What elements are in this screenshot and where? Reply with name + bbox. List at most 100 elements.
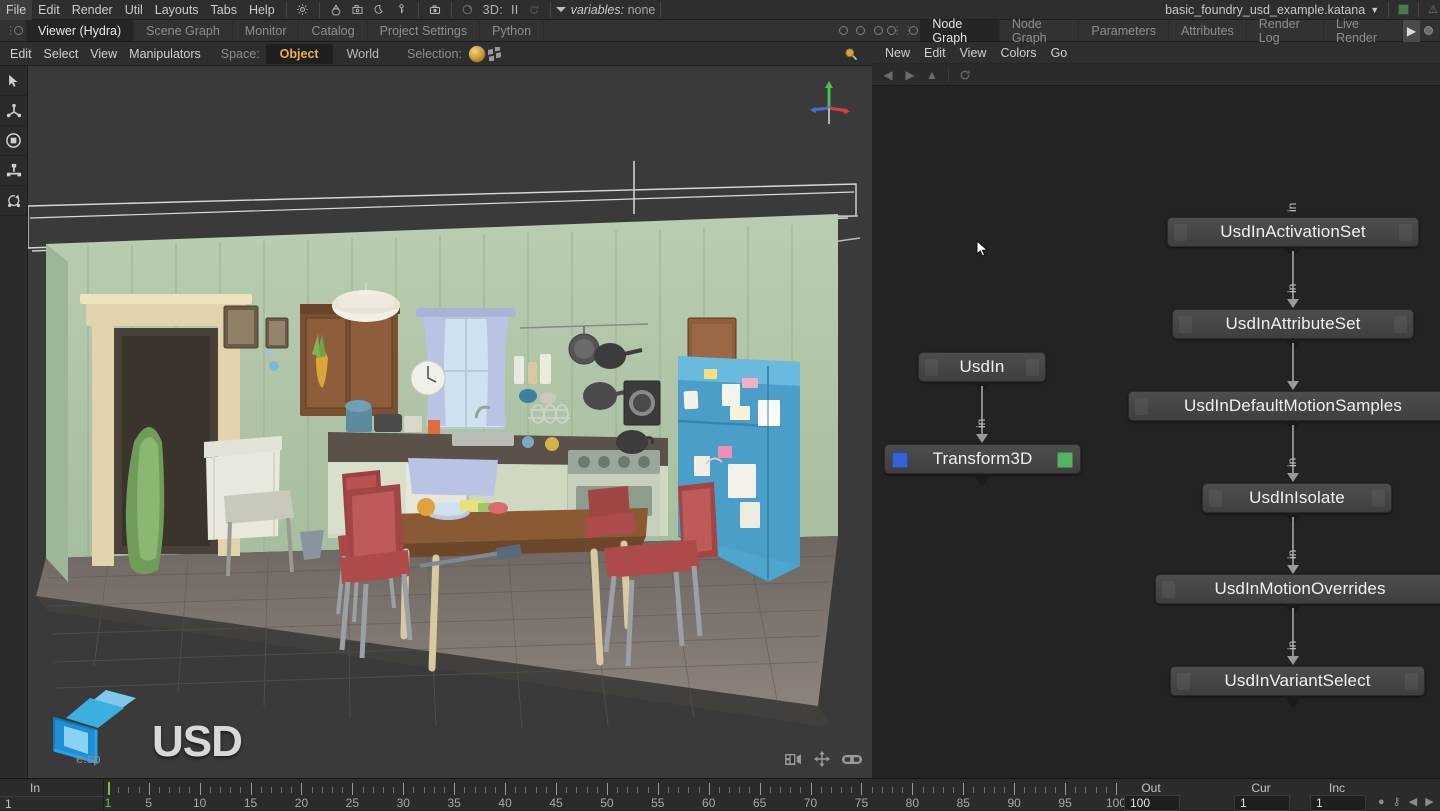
menu-file[interactable]: File	[0, 0, 33, 20]
node-transform3d[interactable]: Transform3D	[884, 444, 1081, 474]
viewer-menu-edit[interactable]: Edit	[4, 47, 38, 61]
tab-live-render[interactable]: Live Render	[1324, 17, 1403, 45]
tab-attributes[interactable]: Attributes	[1168, 20, 1247, 41]
gear-icon[interactable]	[292, 0, 314, 20]
pane-menu-icon[interactable]	[908, 20, 921, 41]
hydra-viewport[interactable]: USD e.sp	[28, 66, 872, 778]
play-icon[interactable]: ▶	[900, 66, 920, 84]
ng-menu-edit[interactable]: Edit	[917, 46, 953, 60]
pane-menu-icon[interactable]	[10, 20, 26, 41]
ng-menu-new[interactable]: New	[878, 46, 917, 60]
node-output-port[interactable]	[1284, 696, 1302, 708]
pause-icon[interactable]: II	[507, 3, 523, 17]
scale-icon[interactable]	[0, 126, 27, 156]
menu-edit[interactable]: Edit	[32, 0, 66, 20]
tab-viewer-hydra[interactable]: Viewer (Hydra)	[26, 20, 135, 41]
wire-label-in: in	[1285, 549, 1299, 559]
warning-icon[interactable]: ⚠	[1428, 3, 1438, 16]
inc-value[interactable]: 1	[1310, 795, 1366, 811]
selection-object-icon[interactable]	[467, 44, 486, 63]
key-icon[interactable]	[391, 0, 413, 20]
reload-icon[interactable]	[523, 0, 545, 20]
select-arrow-icon[interactable]	[0, 66, 27, 96]
ruler-major-tick	[199, 783, 201, 795]
key-icon[interactable]: ⚷	[1393, 795, 1401, 808]
render-icon[interactable]	[347, 0, 369, 20]
recycle-icon[interactable]	[325, 0, 347, 20]
menu-util[interactable]: Util	[119, 0, 149, 20]
menu-layouts[interactable]: Layouts	[149, 0, 205, 20]
tab-monitor[interactable]: Monitor	[232, 20, 300, 41]
step-forward-icon[interactable]: ▶	[1425, 795, 1433, 808]
pane-grip-handle[interactable]: ⋮⋮	[892, 20, 914, 41]
step-back-icon[interactable]: ◀	[878, 66, 898, 84]
cur-value[interactable]: 1	[1234, 795, 1290, 811]
reload-icon[interactable]	[955, 66, 975, 84]
selection-component-icon[interactable]	[486, 45, 504, 63]
tab-render-log[interactable]: Render Log	[1246, 17, 1325, 45]
magnifier-icon[interactable]	[840, 44, 862, 64]
move-icon[interactable]	[814, 751, 830, 770]
camera-view-icon[interactable]	[842, 753, 862, 769]
pane-minimize-icon[interactable]	[872, 20, 885, 41]
wire-label-in: in	[1285, 640, 1299, 650]
connection-wire	[1292, 608, 1294, 660]
ruler-minor-tick	[973, 787, 975, 793]
node-usdin[interactable]: UsdIn	[918, 352, 1046, 382]
refresh-icon[interactable]	[457, 0, 479, 20]
space-option-world[interactable]: World	[333, 44, 393, 64]
node-usdinvariantselect[interactable]: UsdInVariantSelect	[1170, 666, 1425, 696]
close-icon[interactable]	[852, 20, 869, 42]
ruler-minor-tick	[189, 787, 191, 793]
node-graph-canvas[interactable]: UsdIn in Transform3D in UsdInActivationS…	[872, 86, 1440, 800]
status-square-icon[interactable]	[1398, 4, 1410, 15]
timeline-in-field[interactable]: In 1	[0, 779, 104, 811]
tab-scroll-right-icon[interactable]: ▶	[1403, 19, 1420, 42]
chevron-down-icon[interactable]	[555, 7, 566, 12]
out-value[interactable]: 100	[1124, 795, 1180, 811]
node-usdindefaultmotionsamples[interactable]: UsdInDefaultMotionSamples	[1128, 391, 1440, 421]
node-left-grip	[1174, 224, 1187, 241]
menu-help[interactable]: Help	[243, 0, 281, 20]
tab-scene-graph[interactable]: Scene Graph	[134, 20, 233, 41]
record-icon[interactable]: ●	[1378, 796, 1385, 808]
in-value[interactable]: 1	[0, 796, 104, 811]
tab-node-graph-1[interactable]: Node Graph	[920, 17, 1000, 45]
node-usdinattributeset[interactable]: UsdInAttributeSet	[1172, 309, 1414, 339]
viewer-menu-manipulators[interactable]: Manipulators	[123, 47, 207, 61]
node-usdinmotionoverrides[interactable]: UsdInMotionOverrides	[1155, 574, 1440, 604]
rotate-icon[interactable]	[0, 186, 27, 216]
tab-python[interactable]: Python	[480, 20, 545, 41]
ruler-minor-tick	[260, 787, 262, 793]
ruler-minor-tick	[617, 787, 619, 793]
chevron-down-icon[interactable]: ▼	[1370, 5, 1379, 15]
node-usdinisolate[interactable]: UsdInIsolate	[1202, 483, 1392, 513]
node-output-port[interactable]	[973, 474, 991, 486]
timeline-ruler[interactable]: 1 5 10 15 20 25 30 35 40 45 50 55 60 65 70 75 80 85 90 95 10…	[104, 779, 1126, 811]
ruler-tick-label: 70	[803, 796, 818, 810]
step-forward-icon[interactable]: ▲	[922, 66, 942, 84]
tab-project-settings[interactable]: Project Settings	[367, 20, 481, 41]
filmstrip-icon[interactable]	[785, 753, 802, 769]
minimize-icon[interactable]	[835, 20, 852, 42]
step-back-icon[interactable]: ◀	[1409, 795, 1417, 808]
space-option-object[interactable]: Object	[265, 43, 333, 64]
tab-parameters[interactable]: Parameters	[1079, 20, 1169, 41]
moon-icon[interactable]	[369, 0, 391, 20]
tab-catalog[interactable]: Catalog	[299, 20, 368, 41]
menu-tabs[interactable]: Tabs	[205, 0, 243, 20]
pivot-icon[interactable]	[0, 156, 27, 186]
pane-options-icon[interactable]	[1420, 20, 1437, 42]
viewer-menu-view[interactable]: View	[84, 47, 123, 61]
camera-icon[interactable]	[424, 0, 446, 20]
ng-menu-go[interactable]: Go	[1044, 46, 1075, 60]
node-usdinactivationset[interactable]: UsdInActivationSet	[1167, 217, 1419, 247]
menu-render[interactable]: Render	[66, 0, 119, 20]
timeline-playhead[interactable]	[108, 782, 110, 795]
ng-menu-colors[interactable]: Colors	[993, 46, 1043, 60]
viewer-menu-select[interactable]: Select	[38, 47, 85, 61]
ng-menu-view[interactable]: View	[953, 46, 994, 60]
tab-node-graph-2[interactable]: Node Graph	[999, 17, 1080, 45]
translate-icon[interactable]	[0, 96, 27, 126]
pane-grip-handle[interactable]: ⋮⋮	[0, 20, 16, 41]
